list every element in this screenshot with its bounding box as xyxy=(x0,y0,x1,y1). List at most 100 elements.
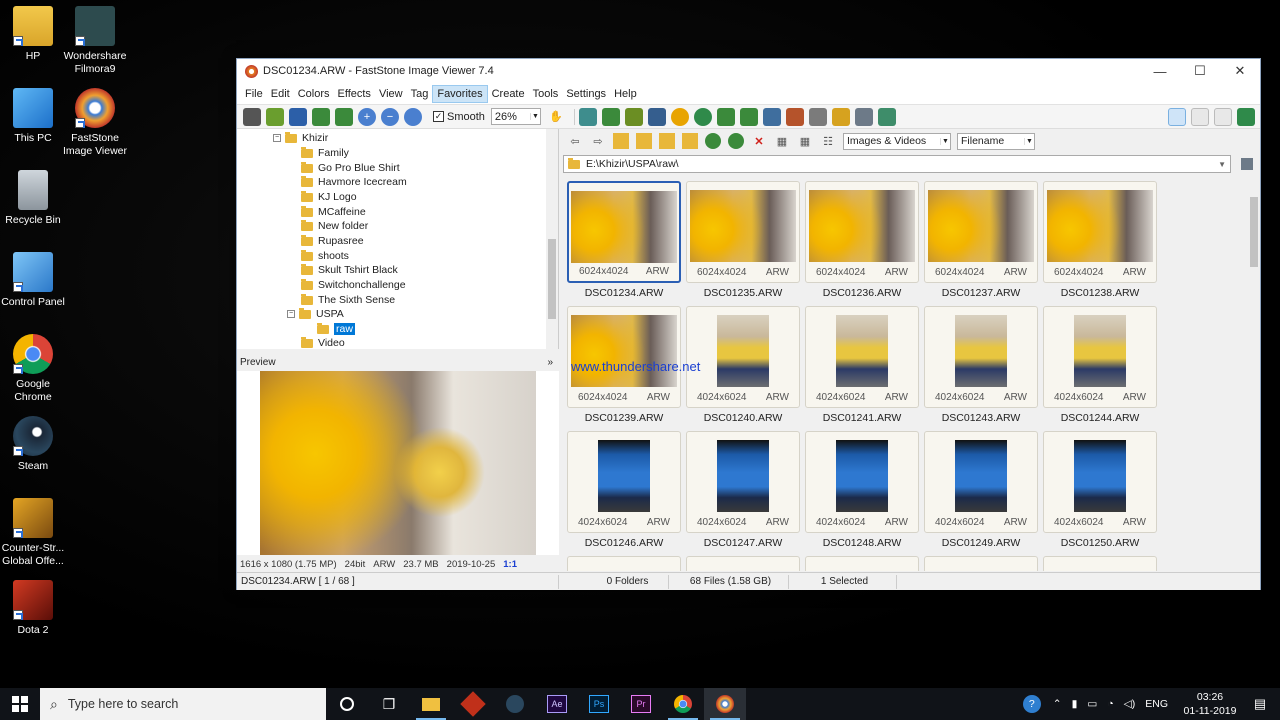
thumbnail-filename[interactable]: DSC01249.ARW xyxy=(924,537,1038,549)
copy-to-icon[interactable] xyxy=(601,107,620,126)
menu-tag[interactable]: Tag xyxy=(407,86,433,102)
hand-icon[interactable]: ✋ xyxy=(547,108,565,126)
menu-tools[interactable]: Tools xyxy=(529,86,563,102)
tree-item-family[interactable]: Family xyxy=(301,146,349,161)
up-folder-icon[interactable] xyxy=(613,133,629,149)
rotate-right-icon[interactable] xyxy=(739,107,758,126)
thumbnail-scrollbar[interactable] xyxy=(1248,175,1260,571)
thumbnail-item[interactable] xyxy=(686,556,800,571)
premiere-icon[interactable]: Pr xyxy=(620,688,662,720)
task-view-icon[interactable]: ❐ xyxy=(368,688,410,720)
thumbnail-item[interactable]: 4024x6024 ARW xyxy=(924,306,1038,408)
steam-icon[interactable] xyxy=(494,688,536,720)
tree-item-havmore[interactable]: Havmore Icecream xyxy=(301,175,407,190)
desktop-icon-this-pc[interactable]: This PC xyxy=(0,88,66,145)
file-explorer-icon[interactable] xyxy=(410,688,452,720)
menu-file[interactable]: File xyxy=(241,86,267,102)
favorite-folder-icon[interactable] xyxy=(659,133,675,149)
thumbnail-item[interactable]: 6024x4024 ARW xyxy=(567,181,681,283)
tree-item-mcaffeine[interactable]: MCaffeine xyxy=(301,205,366,220)
compare-icon[interactable] xyxy=(762,107,781,126)
menu-view[interactable]: View xyxy=(375,86,407,102)
tree-item-raw[interactable]: raw xyxy=(317,322,355,337)
maximize-button[interactable]: ☐ xyxy=(1180,59,1220,83)
thumbnail-item[interactable]: 4024x6024 ARW xyxy=(1043,431,1157,533)
new-folder-icon[interactable] xyxy=(682,133,698,149)
tree-scroll-thumb[interactable] xyxy=(548,239,556,319)
sort-select[interactable]: Filename ▼ xyxy=(957,132,1035,150)
draw-icon[interactable] xyxy=(785,107,804,126)
desktop-icon-csgo[interactable]: Counter-Str... Global Offe... xyxy=(0,498,66,568)
zoom-out-icon[interactable]: − xyxy=(381,107,399,126)
thumbnail-item[interactable]: 4024x6024 ARW xyxy=(686,306,800,408)
show-hidden-icon[interactable]: ⌃ xyxy=(1053,698,1062,710)
back-arrow-icon[interactable]: ⇦ xyxy=(567,133,583,149)
thumbnail-filename[interactable]: DSC01246.ARW xyxy=(567,537,681,549)
microphone-icon[interactable]: ▮ xyxy=(1072,698,1078,710)
desktop-icon-recycle-bin[interactable]: Recycle Bin xyxy=(0,170,66,227)
photoshop-icon[interactable]: Ps xyxy=(578,688,620,720)
menu-help[interactable]: Help xyxy=(610,86,641,102)
cortana-icon[interactable] xyxy=(326,688,368,720)
thumbnail-item[interactable]: 4024x6024 ARW xyxy=(686,431,800,533)
start-button[interactable] xyxy=(0,688,40,720)
filter-select[interactable]: Images & Videos ▼ xyxy=(843,132,951,150)
thumbnail-filename[interactable]: DSC01241.ARW xyxy=(805,412,919,424)
collapse-preview-icon[interactable]: » xyxy=(547,357,553,368)
battery-icon[interactable]: ▭ xyxy=(1087,698,1097,710)
thumbnail-filename[interactable]: DSC01248.ARW xyxy=(805,537,919,549)
collapse-icon[interactable]: − xyxy=(287,310,295,319)
slideshow-icon[interactable] xyxy=(578,107,597,126)
thumbnail-item[interactable] xyxy=(567,556,681,571)
resize-icon[interactable] xyxy=(647,107,666,126)
path-input[interactable]: E:\Khizir\USPA\raw\ ▼ xyxy=(563,155,1231,173)
thumbnail-item[interactable] xyxy=(924,556,1038,571)
language-indicator[interactable]: ENG xyxy=(1145,698,1168,710)
minimize-button[interactable]: — xyxy=(1140,59,1180,83)
thumbnail-filename[interactable]: DSC01243.ARW xyxy=(924,412,1038,424)
thumbnail-item[interactable]: 6024x4024 ARW xyxy=(686,181,800,283)
desktop-icon-filmora[interactable]: Wondershare Filmora9 xyxy=(62,6,128,76)
clock[interactable]: 03:26 01-11-2019 xyxy=(1180,690,1240,718)
layout-2-icon[interactable] xyxy=(1191,107,1209,126)
tree-item-video[interactable]: Video xyxy=(301,336,345,349)
desktop-icon-faststone[interactable]: FastStone Image Viewer xyxy=(62,88,128,158)
tree-item-rupasree[interactable]: Rupasree xyxy=(301,234,364,249)
menu-effects[interactable]: Effects xyxy=(334,86,375,102)
tree-item-switchon[interactable]: Switchonchallenge xyxy=(301,278,406,293)
faststone-icon[interactable] xyxy=(704,688,746,720)
email-icon[interactable] xyxy=(831,107,850,126)
menu-create[interactable]: Create xyxy=(488,86,529,102)
tree-item-kj-logo[interactable]: KJ Logo xyxy=(301,190,357,205)
menu-colors[interactable]: Colors xyxy=(294,86,334,102)
close-button[interactable]: ✕ xyxy=(1220,59,1260,83)
menu-favorites[interactable]: Favorites xyxy=(432,84,488,103)
delete-icon[interactable]: ✕ xyxy=(751,133,767,149)
thumbnail-item[interactable]: 4024x6024 ARW xyxy=(924,431,1038,533)
thumbnail-filename[interactable]: DSC01237.ARW xyxy=(924,287,1038,299)
thumbnail-item[interactable] xyxy=(1043,556,1157,571)
preview-panel[interactable] xyxy=(237,371,559,555)
adjust-lighting-icon[interactable] xyxy=(670,107,689,126)
recycle-icon[interactable] xyxy=(1241,158,1253,170)
layout-1-icon[interactable] xyxy=(1168,107,1186,126)
tree-item-uspa[interactable]: − USPA xyxy=(287,307,344,322)
desktop-icon-chrome[interactable]: Google Chrome xyxy=(0,334,66,404)
thumbnail-filename[interactable]: DSC01238.ARW xyxy=(1043,287,1157,299)
thumbnail-filename[interactable]: DSC01234.ARW xyxy=(567,287,681,299)
camera-icon[interactable] xyxy=(243,107,261,126)
thumbnail-filename[interactable]: DSC01250.ARW xyxy=(1043,537,1157,549)
wallpaper-icon[interactable] xyxy=(877,107,896,126)
desktop-icon-control-panel[interactable]: Control Panel xyxy=(0,252,66,309)
open-folder-icon[interactable] xyxy=(266,107,284,126)
forward-arrow-icon[interactable]: ⇨ xyxy=(590,133,606,149)
tree-item-sixth-sense[interactable]: The Sixth Sense xyxy=(301,293,395,308)
desktop-icon-dota2[interactable]: Dota 2 xyxy=(0,580,66,637)
desktop-icon-hp[interactable]: HP xyxy=(0,6,66,63)
thumbnail-item[interactable] xyxy=(805,556,919,571)
after-effects-icon[interactable]: Ae xyxy=(536,688,578,720)
title-bar[interactable]: DSC01234.ARW - FastStone Image Viewer 7.… xyxy=(237,59,1260,83)
chrome-icon[interactable] xyxy=(662,688,704,720)
thumbnail-filename[interactable]: DSC01244.ARW xyxy=(1043,412,1157,424)
chevron-down-icon[interactable]: ▼ xyxy=(1218,160,1230,169)
